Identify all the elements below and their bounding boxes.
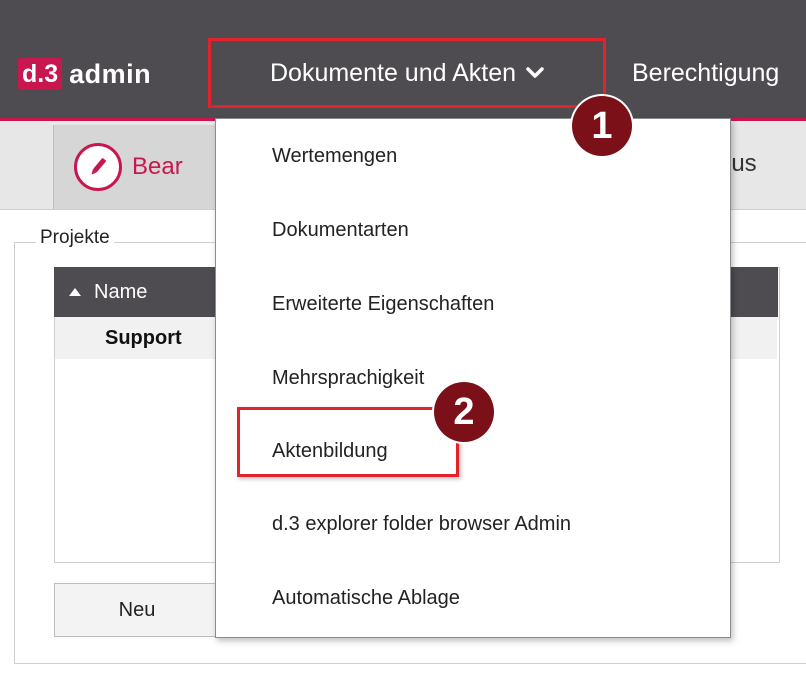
nav-menu-label: Dokumente und Akten — [270, 58, 516, 87]
pencil-icon — [74, 143, 122, 191]
menu-item-automatische-ablage[interactable]: Automatische Ablage — [272, 587, 460, 610]
callout-marker-2: 2 — [434, 382, 494, 442]
callout-marker-1: 1 — [572, 96, 632, 156]
sort-ascending-icon — [68, 287, 82, 297]
app-logo[interactable]: d.3 admin — [18, 56, 151, 92]
logo-badge: d.3 — [18, 58, 63, 90]
menu-item-mehrsprachigkeit[interactable]: Mehrsprachigkeit — [272, 367, 424, 390]
edit-button-label: Bear — [132, 153, 183, 180]
menu-item-dokumentarten[interactable]: Dokumentarten — [272, 219, 409, 242]
menu-item-erweiterte-eigenschaften[interactable]: Erweiterte Eigenschaften — [272, 293, 494, 316]
menu-item-d3-explorer-folder-browser-admin[interactable]: d.3 explorer folder browser Admin — [272, 513, 571, 536]
chevron-down-icon — [526, 67, 544, 79]
new-button[interactable]: Neu — [54, 583, 220, 637]
table-cell-name: Support — [105, 326, 182, 349]
projects-groupbox-legend: Projekte — [36, 227, 114, 249]
logo-text: admin — [69, 58, 152, 89]
edit-button[interactable]: Bear — [53, 125, 224, 209]
nav-menu-berechtigung[interactable]: Berechtigung — [632, 56, 806, 90]
menu-item-wertemengen[interactable]: Wertemengen — [272, 145, 397, 168]
dokumente-dropdown-menu: Wertemengen Dokumentarten Erweiterte Eig… — [215, 118, 731, 638]
highlight-frame-aktenbildung — [237, 407, 459, 477]
nav-menu-dokumente-und-akten[interactable]: Dokumente und Akten — [208, 38, 606, 108]
grid-column-header-label: Name — [94, 280, 148, 303]
